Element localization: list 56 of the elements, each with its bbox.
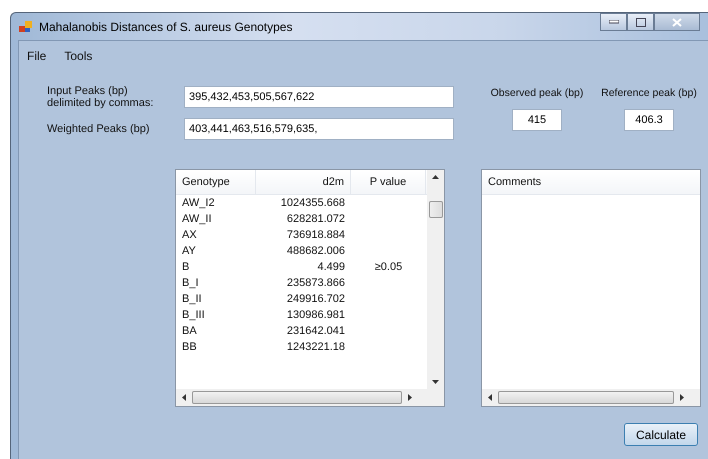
input-field[interactable]: 403,441,463,516,579,635, <box>184 118 454 140</box>
field-label: Weighted Peaks (bp) <box>46 123 151 135</box>
input-field[interactable]: 406.3 <box>624 109 674 131</box>
table-cell-text: 130986.981 <box>286 309 346 321</box>
table-cell-text: AY <box>181 245 197 257</box>
table-cell-text: BB <box>181 341 198 353</box>
close-button[interactable] <box>654 13 700 31</box>
table-cell-text: 488682.006 <box>286 245 346 257</box>
minimize-icon <box>608 20 618 24</box>
app-icon <box>19 20 33 32</box>
column-header[interactable]: Comments <box>482 170 700 194</box>
minimize-button[interactable] <box>600 13 627 31</box>
maximize-button[interactable] <box>627 13 654 31</box>
table-cell-text: 235873.866 <box>286 277 346 289</box>
scroll-thumb[interactable] <box>428 201 442 218</box>
table-cell-text: B_I <box>181 277 200 289</box>
table-cell-text: ≥0.05 <box>374 261 404 273</box>
scroll-right-icon <box>408 394 412 401</box>
table-cell-text: B_II <box>181 293 203 305</box>
table-cell-text: AW_I2 <box>181 197 216 209</box>
scroll-left-icon <box>182 394 186 401</box>
menu-item[interactable]: File <box>27 49 46 63</box>
field-label: Reference peak (bp) <box>601 87 697 99</box>
table-cell-text: 249916.702 <box>286 293 346 305</box>
vertical-scrollbar[interactable] <box>427 170 444 389</box>
menu-item[interactable]: Tools <box>64 49 92 63</box>
calculate-button[interactable]: Calculate <box>624 423 698 446</box>
table-cell-text: AW_II <box>181 213 213 225</box>
scroll-right-icon <box>680 394 684 401</box>
input-field[interactable]: 415 <box>512 109 562 131</box>
input-field[interactable]: 395,432,453,505,567,622 <box>184 86 454 108</box>
scroll-left-icon <box>488 394 492 401</box>
table-cell-text: AX <box>181 229 198 241</box>
table-cell-text: 628281.072 <box>286 213 346 225</box>
table-cell-text: 1243221.18 <box>286 341 346 353</box>
scroll-thumb[interactable] <box>192 391 402 404</box>
table-cell-text: 736918.884 <box>286 229 346 241</box>
scroll-up-icon <box>432 175 439 179</box>
scroll-thumb[interactable] <box>498 391 674 404</box>
table-cell-text: 231642.041 <box>286 325 346 337</box>
field-label: Input Peaks (bp) delimited by commas: <box>46 85 154 109</box>
close-icon <box>672 18 682 26</box>
table-cell-text: B_III <box>181 309 206 321</box>
table-cell-text: 1024355.668 <box>280 197 346 209</box>
field-label: Observed peak (bp) <box>490 87 584 99</box>
column-header[interactable]: Genotype <box>176 170 256 194</box>
column-header[interactable]: d2m <box>256 170 351 194</box>
maximize-icon <box>636 18 646 26</box>
scroll-down-icon <box>432 380 439 384</box>
table-cell-text: 4.499 <box>316 261 346 273</box>
table-cell-text: B <box>181 261 190 273</box>
column-header[interactable]: P value <box>351 170 426 194</box>
table-cell-text: BA <box>181 325 198 337</box>
horizontal-scrollbar[interactable] <box>482 389 700 406</box>
window-title: Mahalanobis Distances of S. aureus Genotypes <box>39 20 292 34</box>
horizontal-scrollbar[interactable] <box>176 389 444 406</box>
